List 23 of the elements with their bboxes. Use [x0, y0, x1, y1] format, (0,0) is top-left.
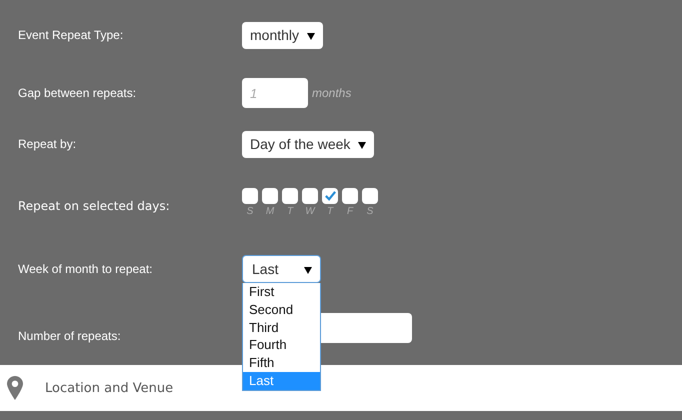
field-label: Repeat by:: [17, 137, 78, 151]
dropdown-option[interactable]: Second: [243, 300, 320, 319]
day-letter: F: [346, 206, 354, 216]
dropdown-option[interactable]: Fourth: [243, 336, 320, 354]
day-letter: T: [326, 206, 334, 216]
dropdown[interactable]: monthly: [242, 22, 324, 48]
day-letter: S: [246, 206, 254, 216]
day-letter: S: [366, 206, 374, 216]
dropdown-option[interactable]: Third: [243, 318, 320, 336]
dropdown-option[interactable]: First: [243, 283, 320, 301]
field-label: Gap between repeats:: [17, 86, 138, 100]
field-label: Event Repeat Type:: [17, 28, 124, 42]
section-title: Location and Venue: [45, 380, 174, 396]
field-label: Number of repeats:: [17, 329, 122, 343]
field-label: Repeat on selected days:: [17, 199, 171, 213]
day-letter: M: [266, 206, 274, 216]
day-letter: W: [305, 206, 315, 216]
field-label: Week of month to repeat:: [17, 262, 154, 276]
dropdown[interactable]: Last: [242, 255, 321, 283]
unit-label: months: [312, 86, 352, 100]
day-letter: T: [286, 206, 294, 216]
input-field[interactable]: 1: [242, 78, 308, 108]
dropdown[interactable]: Day of the week: [242, 130, 374, 158]
